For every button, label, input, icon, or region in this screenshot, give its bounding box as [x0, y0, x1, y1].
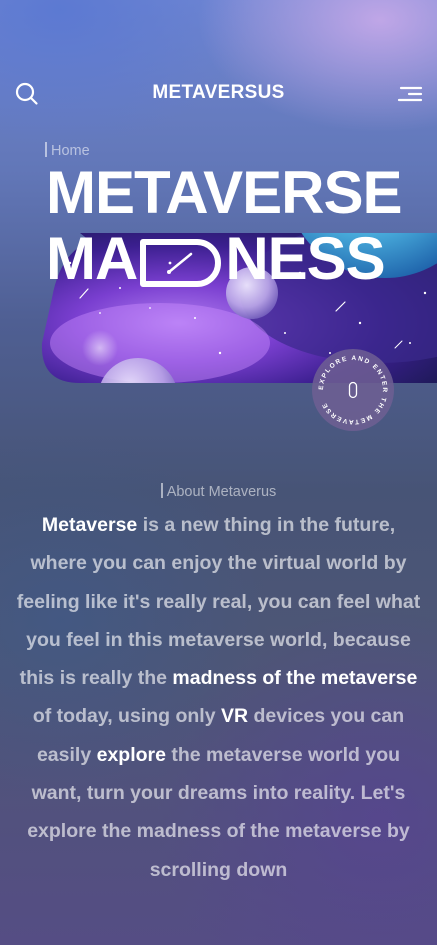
breadcrumb-home-link[interactable]: Home — [51, 143, 90, 159]
hero-title-line-2-end: NESS — [225, 225, 385, 292]
about-highlight-text: explore — [96, 743, 166, 766]
top-navbar: METAVERSUS — [0, 78, 437, 110]
about-highlight-text: madness of the metaverse — [172, 667, 418, 690]
breadcrumb: Home — [45, 142, 90, 159]
about-section-label: About Metaverus — [0, 483, 437, 500]
about-highlight-text: VR — [220, 705, 249, 728]
hero-title-line-2-start: MA — [46, 225, 138, 292]
hero-title-line-2: MA NESS — [46, 226, 401, 292]
hero-title: METAVERSE MA NESS — [46, 159, 402, 292]
about-label-text: About Metaverus — [166, 484, 277, 500]
about-body-text: is a new thing in the future, where you … — [16, 514, 421, 690]
hero-title-line-1: METAVERSE — [46, 159, 402, 226]
about-body-text: of today, using only — [32, 705, 221, 728]
breadcrumb-divider — [45, 142, 47, 157]
d-letter-shape-icon — [140, 239, 222, 288]
about-paragraph: Metaverse is a new thing in the future, … — [12, 506, 425, 889]
menu-icon[interactable] — [397, 82, 423, 106]
explore-badge[interactable]: EXPLORE AND ENTER THE METAVERSE — [311, 348, 395, 432]
about-label-divider — [160, 483, 163, 498]
brand-logo-text[interactable]: METAVERSUS — [0, 82, 437, 104]
about-highlight-text: Metaverse — [41, 514, 138, 536]
